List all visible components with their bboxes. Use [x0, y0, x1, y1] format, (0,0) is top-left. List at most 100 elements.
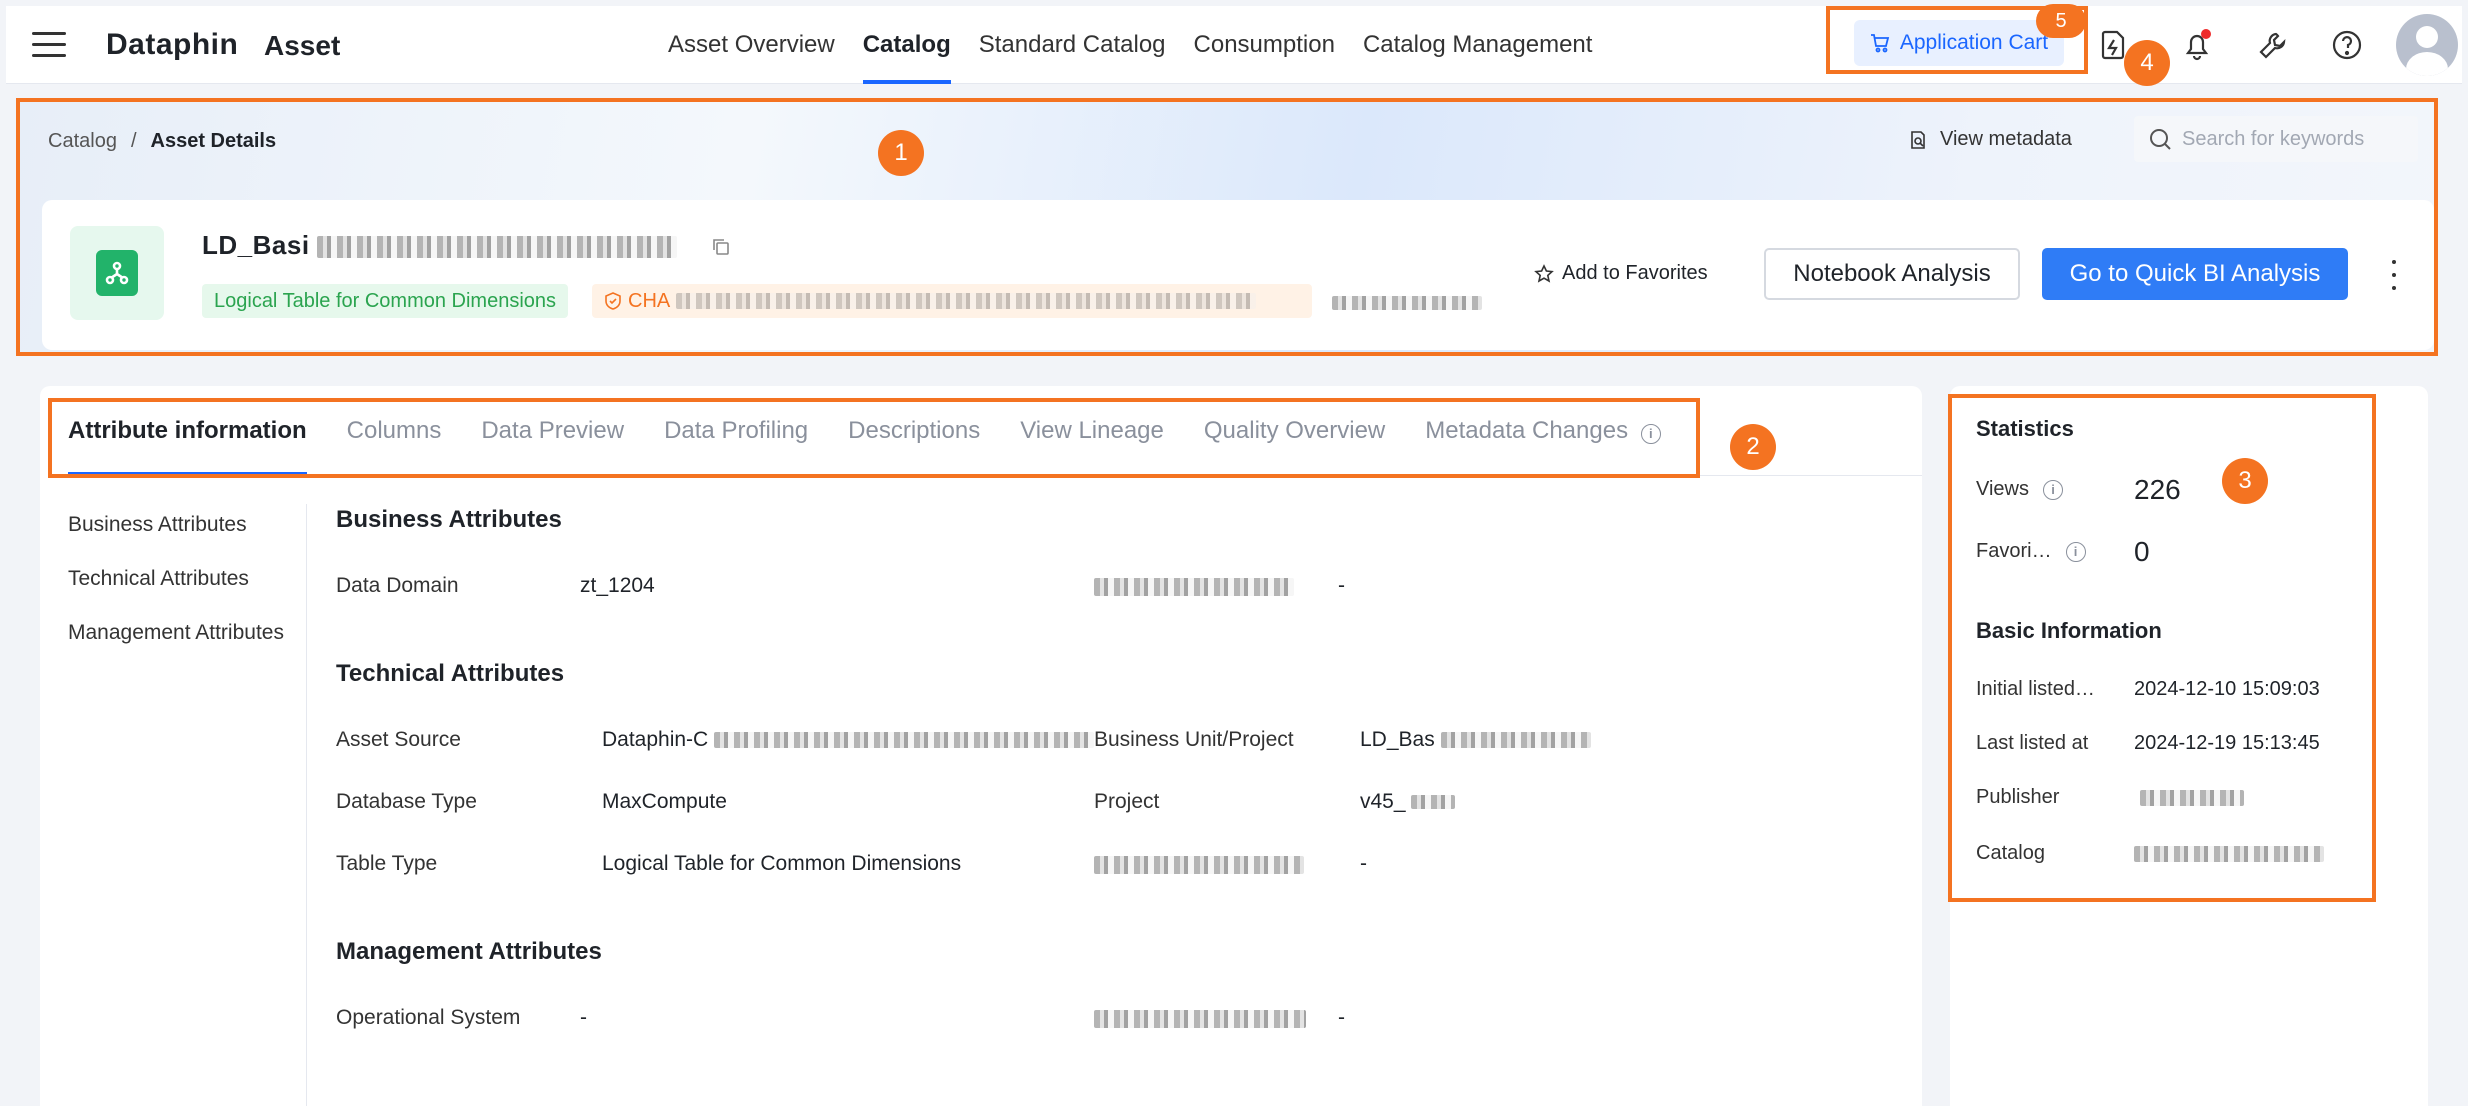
view-metadata-link[interactable]: View metadata — [1908, 128, 2072, 151]
side-nav-technical-attributes[interactable]: Technical Attributes — [68, 564, 308, 618]
data-domain-value: zt_1204 — [580, 574, 655, 597]
redacted-text — [676, 293, 1257, 309]
technical-attribute-value: - — [1360, 852, 1367, 875]
redacted-text — [714, 732, 1095, 749]
asset-header: Catalog / Asset Details View metadata Se… — [18, 98, 2436, 356]
favorites-label-text: Favori… — [1976, 540, 2052, 562]
search-placeholder: Search for keywords — [2182, 127, 2365, 150]
add-to-favorites-label: Add to Favorites — [1562, 262, 1708, 284]
favorites-value: 0 — [2134, 536, 2150, 567]
more-options-icon[interactable] — [2388, 260, 2400, 290]
breadcrumb-separator: / — [130, 130, 137, 152]
operational-system-label: Operational System — [336, 1006, 521, 1029]
main-nav: Asset Overview Catalog Standard Catalog … — [668, 6, 1592, 84]
project-label: Project — [1094, 790, 1160, 813]
nav-consumption[interactable]: Consumption — [1194, 6, 1335, 84]
copy-icon[interactable] — [711, 237, 731, 257]
views-label: Views i — [1976, 478, 2063, 501]
tab-data-profiling[interactable]: Data Profiling — [664, 386, 808, 475]
redacted-text — [1440, 732, 1591, 749]
views-value: 226 — [2134, 474, 2181, 505]
info-icon: i — [2043, 479, 2063, 500]
business-unit-value: LD_Bas — [1360, 728, 1591, 752]
asset-name: LD_Basi — [202, 230, 731, 261]
tab-metadata-changes-label: Metadata Changes — [1425, 417, 1629, 444]
wrench-icon[interactable] — [2256, 28, 2290, 62]
nav-catalog[interactable]: Catalog — [862, 6, 951, 84]
redacted-text — [1094, 578, 1294, 596]
asset-source-value: Dataphin-C — [602, 728, 1095, 752]
metadata-icon — [1911, 130, 1925, 149]
management-attribute-value: - — [1338, 1006, 1345, 1029]
tab-data-preview[interactable]: Data Preview — [481, 386, 624, 475]
attribute-side-nav: Business Attributes Technical Attributes… — [68, 510, 308, 672]
business-unit-label: Business Unit/Project — [1094, 728, 1294, 751]
application-cart-button[interactable]: Application Cart — [1854, 20, 2064, 66]
search-icon — [2150, 129, 2171, 150]
cart-icon — [1870, 34, 1890, 53]
owner-prefix: CHA — [628, 290, 671, 312]
tab-descriptions[interactable]: Descriptions — [848, 386, 980, 475]
asset-detail-panel: Attribute information Columns Data Previ… — [40, 386, 1922, 1106]
breadcrumb-catalog[interactable]: Catalog — [48, 130, 117, 153]
help-icon[interactable] — [2330, 28, 2364, 62]
side-nav-management-attributes[interactable]: Management Attributes — [68, 618, 308, 672]
nav-standard-catalog[interactable]: Standard Catalog — [979, 6, 1166, 84]
view-metadata-label: View metadata — [1940, 128, 2072, 150]
quick-bi-analysis-button[interactable]: Go to Quick BI Analysis — [2042, 248, 2348, 300]
tab-view-lineage[interactable]: View Lineage — [1020, 386, 1164, 475]
asset-summary-card: LD_Basi Logical Table for Common Dimensi… — [42, 200, 2434, 350]
asset-owner-tag: CHA — [592, 284, 1312, 318]
database-type-label: Database Type — [336, 790, 477, 813]
tab-metadata-changes[interactable]: Metadata Changes i — [1425, 386, 1661, 475]
basic-information-title: Basic Information — [1976, 618, 2162, 643]
brand-logo[interactable]: Dataphin — [106, 28, 238, 62]
info-icon: i — [1640, 424, 1661, 444]
menu-icon[interactable] — [32, 32, 66, 58]
redacted-text — [1411, 795, 1456, 810]
keyword-search-input[interactable]: Search for keywords — [2134, 116, 2418, 162]
operational-system-value: - — [580, 1006, 587, 1029]
publisher-label: Publisher — [1976, 786, 2060, 808]
data-domain-label: Data Domain — [336, 574, 459, 597]
info-icon: i — [2065, 541, 2086, 562]
statistics-panel: Statistics Views i 226 Favori… i 0 Basic… — [1950, 386, 2428, 1106]
tab-attribute-information[interactable]: Attribute information — [68, 386, 307, 475]
user-avatar[interactable] — [2396, 14, 2458, 76]
tab-columns[interactable]: Columns — [347, 386, 442, 475]
logical-table-icon — [70, 226, 164, 320]
bell-icon[interactable] — [2180, 28, 2214, 62]
breadcrumb: Catalog / Asset Details — [48, 130, 276, 153]
redacted-text — [317, 236, 678, 259]
annotation-badge-3: 3 — [2222, 458, 2268, 504]
redacted-text — [1094, 856, 1304, 874]
initial-listed-value: 2024-12-10 15:09:03 — [2134, 678, 2320, 700]
nav-catalog-management[interactable]: Catalog Management — [1363, 6, 1592, 84]
redacted-text — [2134, 846, 2324, 862]
last-listed-label: Last listed at — [1976, 732, 2089, 754]
business-unit-text: LD_Bas — [1360, 728, 1435, 751]
top-navigation-bar: Dataphin Asset Asset Overview Catalog St… — [6, 6, 2462, 84]
asset-type-tag: Logical Table for Common Dimensions — [202, 284, 569, 318]
catalog-label: Catalog — [1976, 842, 2045, 864]
notebook-analysis-button[interactable]: Notebook Analysis — [1764, 248, 2020, 300]
star-icon — [1534, 263, 1554, 283]
divider — [306, 504, 307, 1106]
annotation-badge-5: 5 — [2036, 4, 2086, 38]
asset-source-label: Asset Source — [336, 728, 461, 751]
side-nav-business-attributes[interactable]: Business Attributes — [68, 510, 308, 564]
favorites-label: Favori… i — [1976, 540, 2086, 563]
add-to-favorites-button[interactable]: Add to Favorites — [1534, 262, 1708, 285]
tab-quality-overview[interactable]: Quality Overview — [1204, 386, 1385, 475]
database-type-value: MaxCompute — [602, 790, 727, 813]
views-label-text: Views — [1976, 478, 2029, 500]
shield-icon — [605, 292, 621, 310]
initial-listed-label: Initial listed… — [1976, 678, 2095, 700]
annotation-badge-2: 2 — [1730, 424, 1776, 470]
annotation-badge-1: 1 — [878, 130, 924, 176]
nav-asset-overview[interactable]: Asset Overview — [668, 6, 835, 84]
management-attributes-title: Management Attributes — [336, 938, 602, 965]
annotation-badge-4: 4 — [2124, 40, 2170, 86]
project-text: v45_ — [1360, 790, 1406, 813]
asset-name-text: LD_Basi — [202, 230, 310, 260]
